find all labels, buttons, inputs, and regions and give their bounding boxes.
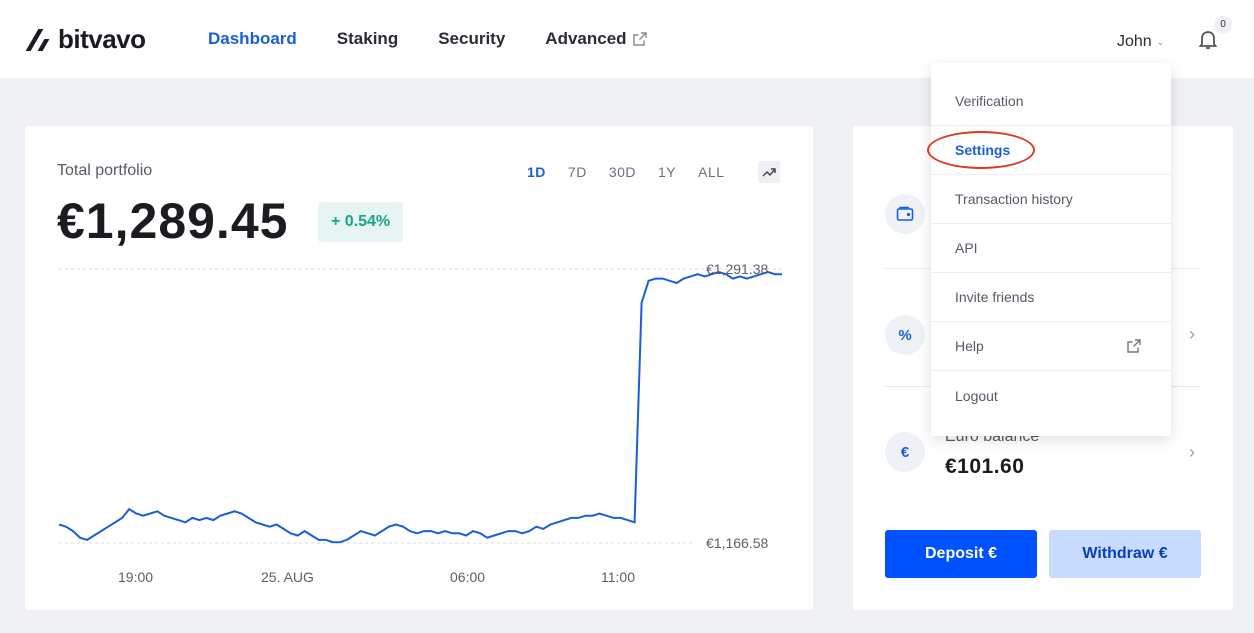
price-line <box>58 270 782 544</box>
menu-item-verification[interactable]: Verification <box>931 77 1171 126</box>
menu-item-help-label: Help <box>955 338 984 354</box>
brand-name: bitvavo <box>58 24 146 54</box>
euro-balance-value: €101.60 <box>945 455 1025 478</box>
menu-item-api[interactable]: API <box>931 224 1171 273</box>
chevron-right-icon[interactable]: › <box>1189 324 1195 345</box>
notification-count-badge: 0 <box>1214 16 1232 34</box>
user-name: John <box>1117 33 1152 50</box>
nav-advanced[interactable]: Advanced <box>545 29 647 49</box>
nav-advanced-label: Advanced <box>545 29 627 48</box>
external-link-icon <box>632 32 647 46</box>
logo-mark-icon <box>26 30 50 50</box>
menu-item-settings[interactable]: Settings <box>931 126 1171 175</box>
x-tick-label: 06:00 <box>450 569 485 585</box>
y-min-label: €1,166.58 <box>706 535 768 551</box>
menu-item-transaction-history[interactable]: Transaction history <box>931 175 1171 224</box>
menu-item-invite-friends[interactable]: Invite friends <box>931 273 1171 322</box>
euro-icon: € <box>885 432 925 472</box>
chevron-down-icon: ⌄ <box>1156 36 1165 47</box>
external-link-icon <box>1127 339 1141 353</box>
main-nav: Dashboard Staking Security Advanced <box>208 29 647 49</box>
menu-item-help[interactable]: Help <box>931 322 1171 371</box>
menu-item-logout[interactable]: Logout <box>931 371 1171 420</box>
x-tick-label: 25. AUG <box>261 569 314 585</box>
wallet-icon <box>885 194 925 234</box>
portfolio-chart: €1,291.38 €1,166.58 19:00 25. AUG 06:00 … <box>58 261 782 585</box>
user-dropdown-menu: Verification Settings Transaction histor… <box>931 63 1171 436</box>
chevron-right-icon[interactable]: › <box>1189 442 1195 463</box>
y-max-label: €1,291.38 <box>706 261 768 277</box>
nav-dashboard[interactable]: Dashboard <box>208 29 297 49</box>
user-menu-toggle[interactable]: John ⌄ <box>1117 33 1164 51</box>
x-tick-label: 11:00 <box>601 569 635 585</box>
bitvavo-logo[interactable]: bitvavo <box>26 24 146 55</box>
nav-security[interactable]: Security <box>438 29 505 49</box>
percent-icon: % <box>885 315 925 355</box>
nav-staking[interactable]: Staking <box>337 29 398 49</box>
deposit-button[interactable]: Deposit € <box>885 530 1037 578</box>
x-tick-label: 19:00 <box>118 569 153 585</box>
withdraw-button[interactable]: Withdraw € <box>1049 530 1201 578</box>
portfolio-card: Total portfolio €1,289.45 + 0.54% 1D 7D … <box>25 126 813 610</box>
